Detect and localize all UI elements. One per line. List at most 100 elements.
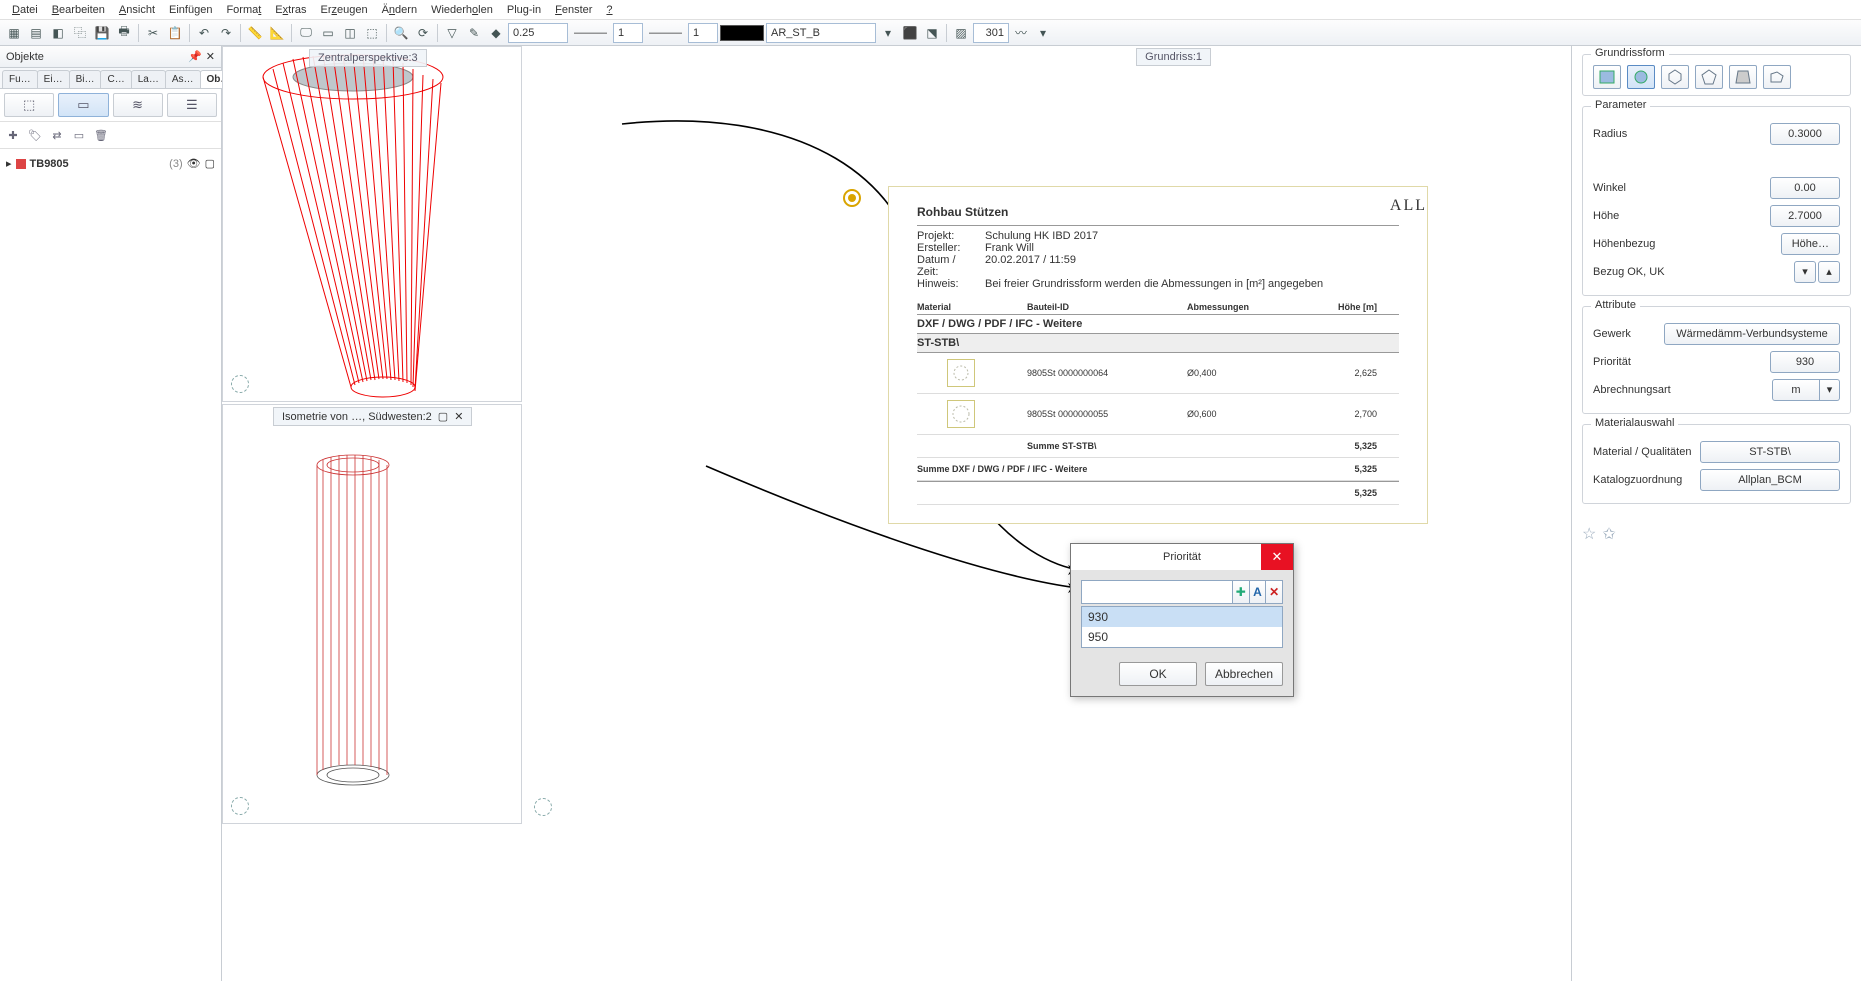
tool-refresh-icon[interactable]: ⟳ (413, 23, 433, 43)
tab-ei[interactable]: Ei… (37, 70, 70, 88)
tool-filter-icon[interactable]: ▽ (442, 23, 462, 43)
tool-layers-icon[interactable]: ⬔ (922, 23, 942, 43)
view-3d-icon[interactable]: ⬚ (4, 93, 54, 117)
tool-search-icon[interactable]: 🔍 (391, 23, 411, 43)
favorite-icon[interactable]: ☆ (1582, 524, 1596, 544)
pen-width-input[interactable] (508, 23, 568, 43)
tool-measure-icon[interactable]: 📏 (245, 23, 265, 43)
compass-icon[interactable] (231, 375, 249, 393)
compass-icon[interactable] (534, 798, 552, 816)
panel-pin-icon[interactable]: 📌 (188, 50, 202, 63)
tab-fu[interactable]: Fu… (2, 70, 38, 88)
menu-plugin[interactable]: Plug-in (501, 2, 547, 18)
menu-help[interactable]: ? (600, 2, 618, 18)
tool-window-icon[interactable]: ◧ (48, 23, 68, 43)
hoehe-button[interactable]: Höhe… (1781, 233, 1840, 255)
panel-close-icon[interactable]: ✕ (206, 50, 215, 63)
compass-icon[interactable] (231, 797, 249, 815)
tool-pen-icon[interactable]: ✎ (464, 23, 484, 43)
viewport-isometric[interactable]: Isometrie von …, Südwesten:2 ▢ ✕ (222, 404, 522, 824)
tool-save-icon[interactable]: 💾 (92, 23, 112, 43)
swap-icon[interactable]: ⇄ (48, 126, 66, 144)
shape-hexagon-icon[interactable] (1661, 65, 1689, 89)
shape-rect-icon[interactable] (1593, 65, 1621, 89)
viewport-perspective[interactable]: Zentralperspektive:3 (222, 46, 522, 402)
priority-input[interactable] (973, 23, 1009, 43)
menu-erzeugen[interactable]: Erzeugen (314, 2, 373, 18)
tool-undo-icon[interactable]: ↶ (194, 23, 214, 43)
menu-format[interactable]: Format (220, 2, 267, 18)
tool-copy-icon[interactable]: ⿻ (70, 23, 90, 43)
menu-ansicht[interactable]: Ansicht (113, 2, 161, 18)
color-swatch[interactable] (720, 25, 764, 41)
material-value[interactable]: ST-STB\ (1700, 441, 1840, 463)
option-950[interactable]: 950 (1082, 627, 1282, 647)
tool-view-icon[interactable]: ◫ (340, 23, 360, 43)
tab-la[interactable]: La… (131, 70, 166, 88)
tool-print-icon[interactable]: 🖶 (114, 23, 134, 43)
box-icon[interactable]: ▢ (205, 157, 215, 170)
layer-input[interactable] (766, 23, 876, 43)
cancel-button[interactable]: Abbrechen (1205, 662, 1283, 686)
tab-as[interactable]: As… (165, 70, 201, 88)
katalog-value[interactable]: Allplan_BCM (1700, 469, 1840, 491)
shape-trapezoid-icon[interactable] (1729, 65, 1757, 89)
priority-search-input[interactable] (1081, 580, 1233, 604)
gewerk-value[interactable]: Wärmedämm-Verbundsysteme (1664, 323, 1840, 345)
shape-circle-icon[interactable] (1627, 65, 1655, 89)
tool-redo-icon[interactable]: ↷ (216, 23, 236, 43)
menu-datei[interactable]: Datei (6, 2, 44, 18)
tab-bi[interactable]: Bi… (69, 70, 102, 88)
tool-layout-icon[interactable]: ▤ (26, 23, 46, 43)
menu-bearbeiten[interactable]: Bearbeiten (46, 2, 111, 18)
trash-icon[interactable]: 🗑 (92, 126, 110, 144)
tool-hatch-icon[interactable]: ▨ (951, 23, 971, 43)
winkel-value[interactable]: 0.00 (1770, 177, 1840, 199)
tool-cut-icon[interactable]: ✂ (143, 23, 163, 43)
menu-wiederholen[interactable]: Wiederholen (425, 2, 499, 18)
add-icon[interactable]: ✚ (1233, 580, 1250, 604)
expand-icon[interactable]: ▸ (6, 157, 12, 170)
line-type-input[interactable] (613, 23, 643, 43)
tool-measure2-icon[interactable]: 📐 (267, 23, 287, 43)
tool-3d-icon[interactable]: ⬚ (362, 23, 382, 43)
menu-extras[interactable]: Extras (269, 2, 312, 18)
view-layers-icon[interactable]: ≋ (113, 93, 163, 117)
favorite-add-icon[interactable]: ✩ (1602, 524, 1615, 544)
bezug-up-icon[interactable]: ▴ (1818, 261, 1840, 283)
abrechnung-value[interactable]: m (1772, 379, 1820, 401)
add-icon[interactable]: ✚ (4, 126, 22, 144)
font-icon[interactable]: A (1250, 580, 1267, 604)
eye-icon[interactable]: 👁 (187, 157, 201, 170)
delete-icon[interactable]: ✕ (1266, 580, 1283, 604)
menu-aendern[interactable]: Ändern (376, 2, 424, 18)
view-list-icon[interactable]: ☰ (167, 93, 217, 117)
tool-grid-icon[interactable]: ▦ (4, 23, 24, 43)
dialog-close-button[interactable]: ✕ (1261, 544, 1293, 570)
tool-box-icon[interactable]: ⬛ (900, 23, 920, 43)
shape-freeform-icon[interactable] (1763, 65, 1791, 89)
stack-icon[interactable]: ▭ (70, 126, 88, 144)
tool-paste-icon[interactable]: 📋 (165, 23, 185, 43)
layer-dropdown-icon[interactable]: ▾ (878, 23, 898, 43)
maximize-icon[interactable]: ▢ (438, 410, 448, 423)
tree-item[interactable]: ▸ TB9805 (3) 👁 ▢ (6, 155, 215, 172)
menu-einfuegen[interactable]: Einfügen (163, 2, 218, 18)
tool-color-icon[interactable]: ◆ (486, 23, 506, 43)
tab-c[interactable]: C… (100, 70, 131, 88)
tool-wave-icon[interactable]: 〰 (1011, 23, 1031, 43)
hoehe-value[interactable]: 2.7000 (1770, 205, 1840, 227)
close-icon[interactable]: ✕ (454, 410, 463, 423)
tool-section-icon[interactable]: ▭ (318, 23, 338, 43)
menu-fenster[interactable]: Fenster (549, 2, 598, 18)
ok-button[interactable]: OK (1119, 662, 1197, 686)
abrechnung-dropdown-icon[interactable]: ▾ (1820, 379, 1840, 401)
tag-icon[interactable]: 🏷 (26, 126, 44, 144)
option-930[interactable]: 930 (1082, 607, 1282, 627)
radius-value[interactable]: 0.3000 (1770, 123, 1840, 145)
view-sheet-icon[interactable]: ▭ (58, 93, 108, 117)
shape-pentagon-icon[interactable] (1695, 65, 1723, 89)
tool-dropdown-icon[interactable]: ▾ (1033, 23, 1053, 43)
prioritaet-value[interactable]: 930 (1770, 351, 1840, 373)
bezug-down-icon[interactable]: ▾ (1794, 261, 1816, 283)
